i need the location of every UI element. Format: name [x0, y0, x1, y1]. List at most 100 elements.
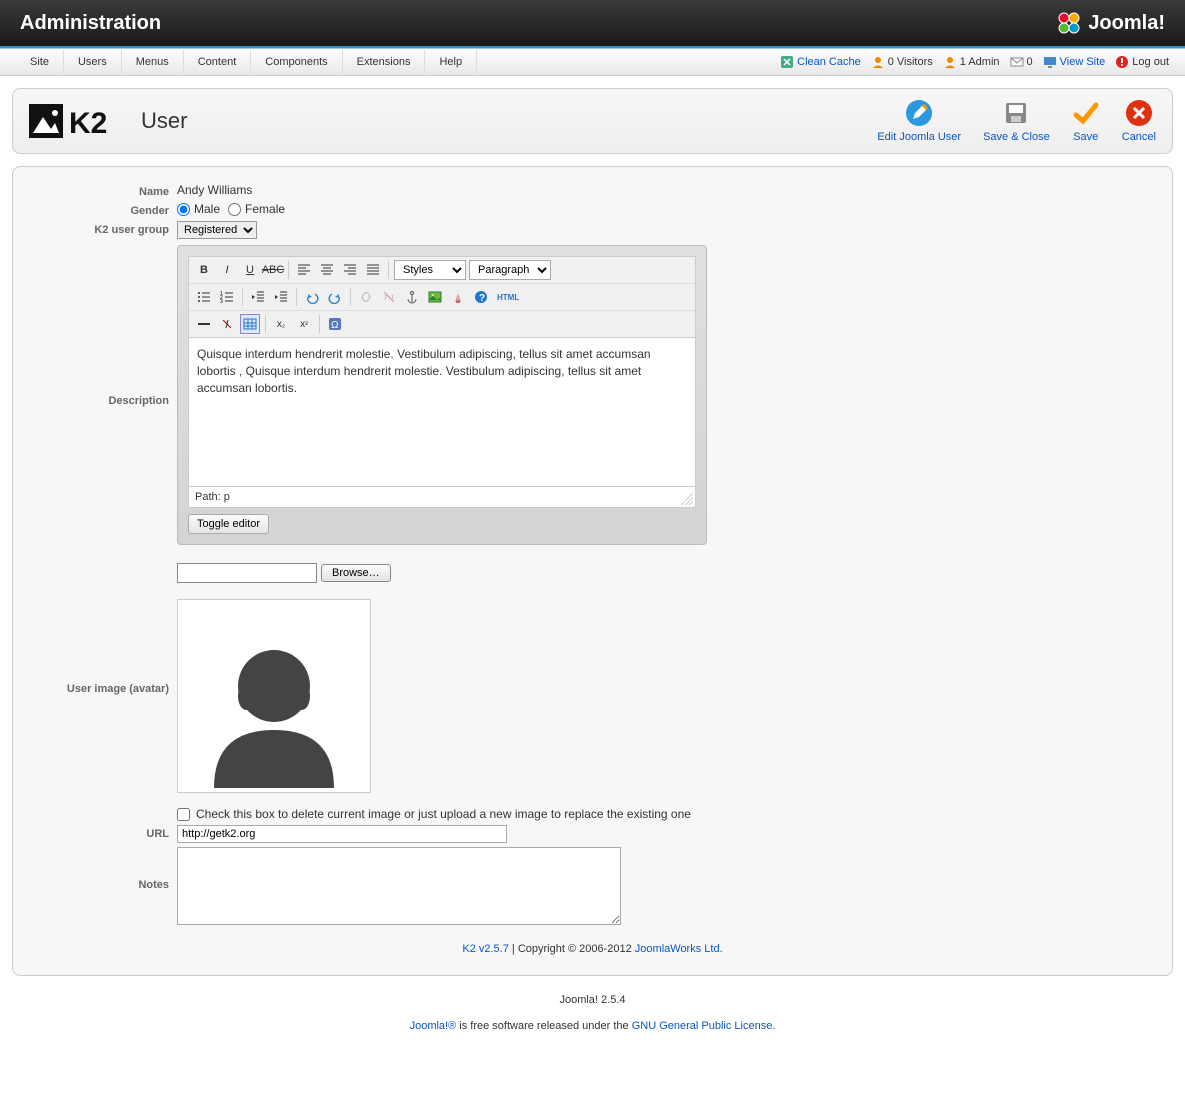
charmap-button[interactable]: Ω	[325, 314, 345, 334]
resize-handle-icon[interactable]	[681, 493, 693, 505]
mail-icon	[1010, 55, 1024, 69]
ol-button[interactable]: 123	[217, 287, 237, 307]
header-title: Administration	[20, 12, 161, 35]
menu-components[interactable]: Components	[251, 50, 342, 74]
visitors-label: 0 Visitors	[888, 56, 933, 68]
bold-button[interactable]: B	[194, 260, 214, 280]
admin-icon	[943, 55, 957, 69]
strike-button[interactable]: ABC	[263, 260, 283, 280]
avatar-placeholder-icon	[184, 608, 364, 788]
group-select[interactable]: Registered	[177, 221, 257, 239]
outdent-button[interactable]	[248, 287, 268, 307]
save-close-button[interactable]: Save & Close	[983, 99, 1050, 143]
toggle-editor-button[interactable]: Toggle editor	[188, 514, 269, 534]
cancel-button[interactable]: Cancel	[1122, 99, 1156, 143]
underline-button[interactable]: U	[240, 260, 260, 280]
anchor-button[interactable]	[402, 287, 422, 307]
joomlaworks-link[interactable]: JoomlaWorks Ltd.	[635, 943, 723, 955]
svg-text:3: 3	[220, 299, 223, 304]
delete-image-label: Check this box to delete current image o…	[196, 807, 691, 821]
image-button[interactable]	[425, 287, 445, 307]
align-justify-button[interactable]	[363, 260, 383, 280]
save-close-label: Save & Close	[983, 131, 1050, 143]
cleanup-button[interactable]	[448, 287, 468, 307]
logout-link[interactable]: Log out	[1115, 55, 1169, 69]
remove-format-button[interactable]	[217, 314, 237, 334]
menu-users[interactable]: Users	[64, 50, 122, 74]
license-mid-text: is free software released under the	[456, 1020, 631, 1032]
help-button[interactable]: ?	[471, 287, 491, 307]
gender-female-option[interactable]: Female	[228, 202, 285, 216]
clean-cache-link[interactable]: Clean Cache	[780, 55, 861, 69]
url-label: URL	[37, 825, 177, 840]
delete-image-checkbox[interactable]	[177, 808, 190, 821]
panel-footer: K2 v2.5.7 | Copyright © 2006-2012 Joomla…	[37, 943, 1148, 955]
visitors-status: 0 Visitors	[871, 55, 933, 69]
page-footer: Joomla! 2.5.4 Joomla!® is free software …	[12, 994, 1173, 1052]
menu-site[interactable]: Site	[16, 50, 64, 74]
editor-textarea[interactable]: Quisque interdum hendrerit molestie. Ves…	[188, 337, 696, 487]
joomla-version-text: Joomla! 2.5.4	[12, 994, 1173, 1006]
menu-help[interactable]: Help	[425, 50, 477, 74]
svg-text:?: ?	[479, 293, 485, 304]
page-title: User	[141, 108, 187, 134]
hr-button[interactable]	[194, 314, 214, 334]
header-bar: Administration Joomla!	[0, 0, 1185, 48]
name-value: Andy Williams	[177, 183, 1148, 197]
edit-joomla-user-button[interactable]: Edit Joomla User	[877, 99, 961, 143]
clean-cache-label: Clean Cache	[797, 56, 861, 68]
editor-toolbar: B I U ABC Styles Paragraph	[188, 256, 696, 337]
align-center-button[interactable]	[317, 260, 337, 280]
avatar-label: User image (avatar)	[37, 563, 177, 695]
joomla-trademark-link[interactable]: Joomla!®	[410, 1020, 457, 1032]
file-path-input[interactable]	[177, 563, 317, 583]
save-label: Save	[1073, 131, 1098, 143]
menu-extensions[interactable]: Extensions	[343, 50, 426, 74]
toolbar-box: K2 User Edit Joomla User Save & Close Sa…	[12, 88, 1173, 154]
url-input[interactable]	[177, 825, 507, 843]
html-button[interactable]: HTML	[494, 287, 522, 307]
link-button[interactable]	[356, 287, 376, 307]
superscript-button[interactable]: x²	[294, 314, 314, 334]
svg-text:Ω: Ω	[331, 320, 339, 331]
logout-icon	[1115, 55, 1129, 69]
admin-label: 1 Admin	[960, 56, 1000, 68]
unlink-button[interactable]	[379, 287, 399, 307]
table-button[interactable]	[240, 314, 260, 334]
edit-joomla-user-label: Edit Joomla User	[877, 131, 961, 143]
notes-label: Notes	[37, 847, 177, 891]
editor-path: Path: p	[188, 487, 696, 508]
browse-button[interactable]: Browse…	[321, 564, 391, 582]
menu-content[interactable]: Content	[184, 50, 252, 74]
save-button[interactable]: Save	[1072, 99, 1100, 143]
copyright-text: | Copyright © 2006-2012	[509, 943, 635, 955]
gender-male-radio[interactable]	[177, 203, 190, 216]
redo-button[interactable]	[325, 287, 345, 307]
italic-button[interactable]: I	[217, 260, 237, 280]
gender-male-text: Male	[194, 202, 220, 216]
notes-textarea[interactable]	[177, 847, 621, 925]
cancel-label: Cancel	[1122, 131, 1156, 143]
view-site-label: View Site	[1060, 56, 1106, 68]
ul-button[interactable]	[194, 287, 214, 307]
format-select[interactable]: Paragraph	[469, 260, 551, 280]
license-link[interactable]: GNU General Public License.	[632, 1020, 776, 1032]
view-site-link[interactable]: View Site	[1043, 55, 1106, 69]
styles-select[interactable]: Styles	[394, 260, 466, 280]
gender-label: Gender	[37, 202, 177, 217]
menu-items: Site Users Menus Content Components Exte…	[16, 50, 477, 74]
subscript-button[interactable]: x₂	[271, 314, 291, 334]
undo-button[interactable]	[302, 287, 322, 307]
k2-version-link[interactable]: K2 v2.5.7	[462, 943, 508, 955]
menubar: Site Users Menus Content Components Exte…	[0, 48, 1185, 76]
gender-male-option[interactable]: Male	[177, 202, 220, 216]
avatar-preview	[177, 599, 371, 793]
brand-text: Joomla!	[1088, 12, 1165, 35]
messages-status[interactable]: 0	[1010, 55, 1033, 69]
menu-menus[interactable]: Menus	[122, 50, 184, 74]
align-right-button[interactable]	[340, 260, 360, 280]
gender-female-radio[interactable]	[228, 203, 241, 216]
editor-path-text: Path: p	[195, 491, 230, 503]
indent-button[interactable]	[271, 287, 291, 307]
align-left-button[interactable]	[294, 260, 314, 280]
